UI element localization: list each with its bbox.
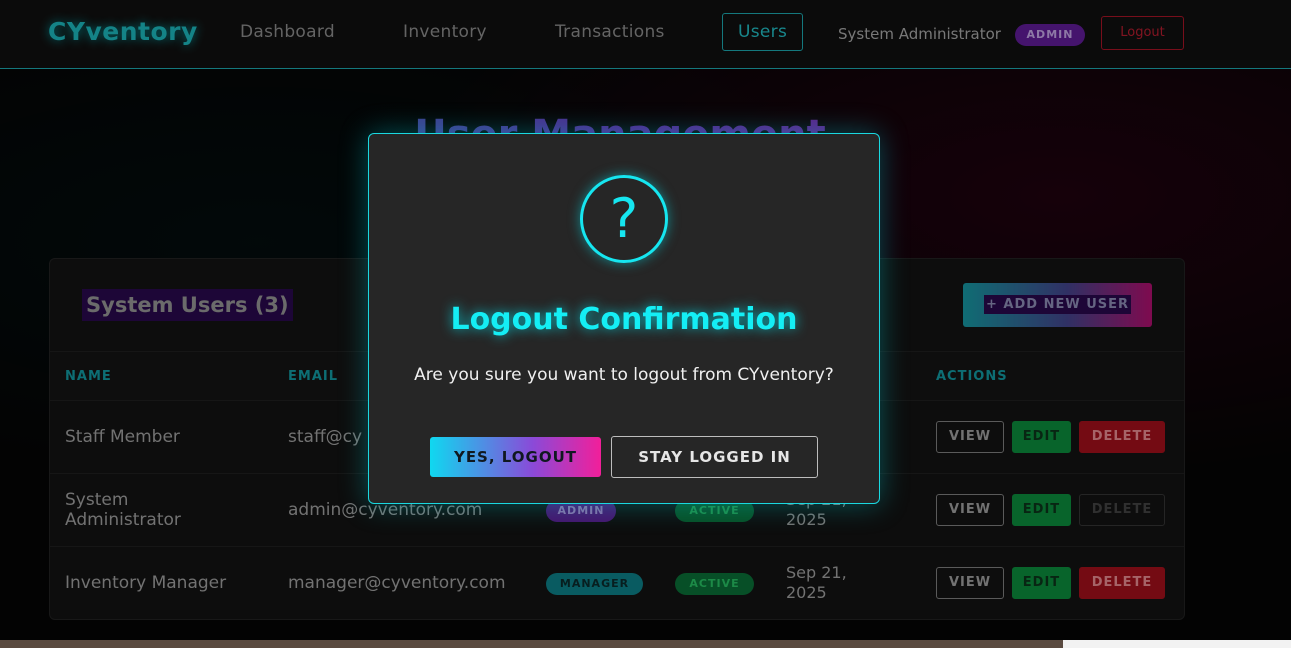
- scrollbar-thumb[interactable]: [0, 640, 1063, 648]
- modal-message: Are you sure you want to logout from CYv…: [414, 365, 834, 385]
- horizontal-scrollbar[interactable]: [0, 640, 1291, 648]
- scrollbar-track-end: [1063, 640, 1291, 648]
- question-mark-icon: ?: [580, 175, 668, 263]
- confirm-logout-button[interactable]: YES, LOGOUT: [430, 437, 601, 477]
- stay-logged-in-button[interactable]: STAY LOGGED IN: [611, 436, 818, 478]
- modal-title: Logout Confirmation: [450, 302, 798, 337]
- logout-confirmation-modal: ? Logout Confirmation Are you sure you w…: [368, 133, 880, 504]
